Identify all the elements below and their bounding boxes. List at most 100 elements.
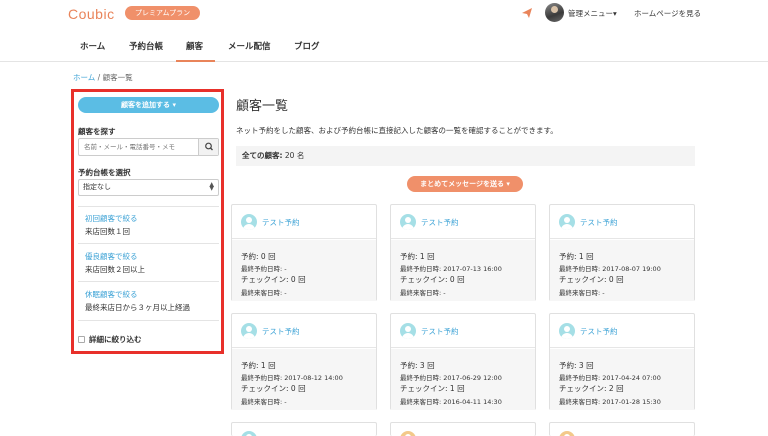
nav-home[interactable]: ホーム	[80, 40, 105, 52]
admin-menu-dropdown[interactable]: 管理メニュー▾	[568, 8, 617, 19]
user-icon	[241, 214, 257, 230]
customer-card-body: 予約: 1 回 最終予約日時: 2017-07-13 16:00 チェックイン:…	[391, 240, 535, 301]
filter-first-time-desc: 来店回数１回	[85, 227, 130, 236]
avatar[interactable]	[545, 3, 564, 22]
filter-dormant-desc: 最終来店日から３ヶ月以上経過	[85, 303, 190, 312]
last-visit: 最終来客日時: 2017-01-28 15:30	[559, 398, 661, 406]
customer-card-header: テスト予約	[550, 205, 694, 239]
customer-card-header: テスト予約	[232, 205, 376, 239]
customer-card-body: 予約: 1 回 最終予約日時: 2017-08-12 14:00 チェックイン:…	[232, 349, 376, 410]
user-icon	[241, 431, 257, 436]
customer-card[interactable]: テスト予約 予約: 1 回 最終予約日時: 2017-08-07 19:00 チ…	[549, 204, 695, 301]
customer-card-body: 予約: 0 回 最終予約日時: - チェックイン: 0 回 最終来客日時: -	[232, 240, 376, 301]
last-reservation: 最終予約日時: 2017-08-12 14:00	[241, 374, 343, 382]
nav-reservation-ledger[interactable]: 予約台帳	[129, 40, 163, 52]
filter-first-time-link[interactable]: 初回顧客で絞る	[85, 213, 138, 224]
select-arrows-icon: ▲ ▼	[209, 181, 214, 192]
customer-name-link[interactable]: テスト予約	[421, 217, 459, 228]
add-customer-button[interactable]: 顧客を追加する ▾	[78, 97, 219, 113]
customer-card[interactable]: テスト予約 予約: 3 回 最終予約日時: 2017-06-29 12:00 チ…	[390, 313, 536, 410]
divider	[78, 281, 219, 282]
main-nav: ホーム 予約台帳 顧客 メール配信 ブログ	[0, 28, 768, 62]
customer-card[interactable]: テスト予約 予約: 3 回 最終予約日時: 2017-04-24 07:00 チ…	[549, 313, 695, 410]
breadcrumb-home[interactable]: ホーム	[73, 73, 95, 82]
nav-blog[interactable]: ブログ	[294, 40, 320, 52]
last-reservation: 最終予約日時: 2017-08-07 19:00	[559, 265, 661, 273]
checkin-count: チェックイン: 1 回	[400, 384, 465, 393]
nav-active-indicator	[176, 60, 215, 62]
divider	[78, 320, 219, 321]
breadcrumb: ホーム / 顧客一覧	[73, 72, 133, 83]
customer-name-link[interactable]: テスト予約	[262, 217, 300, 228]
customer-card-body: 予約: 3 回 最終予約日時: 2017-04-24 07:00 チェックイン:…	[550, 349, 694, 410]
divider	[78, 206, 219, 207]
bulk-message-button[interactable]: まとめてメッセージを送る ▾	[407, 176, 523, 192]
customer-name-link[interactable]: テスト予約	[580, 217, 618, 228]
last-reservation: 最終予約日時: -	[241, 265, 287, 273]
search-button[interactable]	[198, 139, 218, 155]
user-icon	[241, 323, 257, 339]
customer-card[interactable]: テスト予約 予約: 0 回 最終予約日時: - チェックイン: 0 回 最終来客…	[231, 204, 377, 301]
reservation-count: 予約: 0 回	[241, 252, 276, 261]
last-reservation: 最終予約日時: 2017-04-24 07:00	[559, 374, 661, 382]
reservation-count: 予約: 1 回	[241, 361, 276, 370]
search-icon	[205, 142, 213, 151]
customer-card-header: テスト予約	[232, 314, 376, 348]
search-box	[78, 138, 219, 156]
customer-filter-sidebar: 顧客を追加する ▾ 顧客を探す 予約台帳を選択 指定なし ▲▼ 初回顧客で絞る …	[71, 89, 224, 354]
premium-plan-badge[interactable]: プレミアムプラン	[125, 6, 201, 20]
checkin-count: チェックイン: 2 回	[559, 384, 624, 393]
divider	[78, 243, 219, 244]
reservation-count: 予約: 3 回	[559, 361, 594, 370]
customer-card[interactable]: テスト予約 予約: 1 回 最終予約日時: 2017-07-13 16:00 チ…	[390, 204, 536, 301]
customer-card-body: 予約: 3 回 最終予約日時: 2017-06-29 12:00 チェックイン:…	[391, 349, 535, 410]
last-visit: 最終来客日時: -	[241, 289, 287, 297]
search-input[interactable]	[79, 139, 198, 155]
ledger-select[interactable]: 指定なし ▲ ▼	[78, 179, 219, 196]
filter-loyal-desc: 来店回数２回以上	[85, 265, 145, 274]
page-description: ネット予約をした顧客、および予約台帳に直接記入した顧客の一覧を確認することができ…	[236, 126, 558, 135]
detail-filter-label[interactable]: 詳細に絞り込む	[89, 334, 142, 345]
customer-name-link[interactable]: テスト予約	[580, 326, 618, 337]
last-visit: 最終来客日時: -	[241, 398, 287, 406]
total-customers-bar: 全ての顧客: 20 名	[236, 146, 695, 166]
reservation-count: 予約: 3 回	[400, 361, 435, 370]
customer-card[interactable]	[231, 422, 377, 436]
filter-dormant-link[interactable]: 休眠顧客で絞る	[85, 289, 138, 300]
nav-customers[interactable]: 顧客	[186, 40, 203, 52]
last-reservation: 最終予約日時: 2017-07-13 16:00	[400, 265, 502, 273]
customer-card-header: テスト予約	[391, 205, 535, 239]
user-icon	[559, 214, 575, 230]
user-icon	[400, 431, 416, 436]
checkin-count: チェックイン: 0 回	[241, 275, 306, 284]
coubic-logo[interactable]: Coubic	[68, 6, 115, 22]
reservation-count: 予約: 1 回	[400, 252, 435, 261]
customer-card-header: テスト予約	[391, 314, 535, 348]
reservation-count: 予約: 1 回	[559, 252, 594, 261]
view-homepage-link[interactable]: ホームページを見る	[634, 8, 701, 19]
paper-plane-icon[interactable]	[521, 7, 533, 19]
customer-card[interactable]	[549, 422, 695, 436]
filter-loyal-link[interactable]: 優良顧客で絞る	[85, 251, 138, 262]
page-title: 顧客一覧	[236, 99, 289, 114]
search-label: 顧客を探す	[78, 127, 116, 136]
user-icon	[400, 323, 416, 339]
ledger-selected-value: 指定なし	[83, 183, 111, 191]
last-visit: 最終来客日時: -	[400, 289, 446, 297]
breadcrumb-current: 顧客一覧	[102, 73, 133, 82]
customer-card[interactable]: テスト予約 予約: 1 回 最終予約日時: 2017-08-12 14:00 チ…	[231, 313, 377, 410]
customer-name-link[interactable]: テスト予約	[262, 326, 300, 337]
user-icon	[559, 323, 575, 339]
user-icon	[559, 431, 575, 436]
top-bar: Coubic プレミアムプラン 管理メニュー▾ ホームページを見る	[0, 0, 768, 28]
checkin-count: チェックイン: 0 回	[559, 275, 624, 284]
customer-card[interactable]	[390, 422, 536, 436]
last-visit: 最終来客日時: -	[559, 289, 605, 297]
nav-mail[interactable]: メール配信	[228, 40, 271, 52]
detail-filter-checkbox[interactable]	[78, 336, 85, 343]
customer-card-header: テスト予約	[550, 314, 694, 348]
customer-name-link[interactable]: テスト予約	[421, 326, 459, 337]
last-visit: 最終来客日時: 2016-04-11 14:30	[400, 398, 502, 406]
user-icon	[400, 214, 416, 230]
breadcrumb-separator: /	[97, 73, 101, 82]
